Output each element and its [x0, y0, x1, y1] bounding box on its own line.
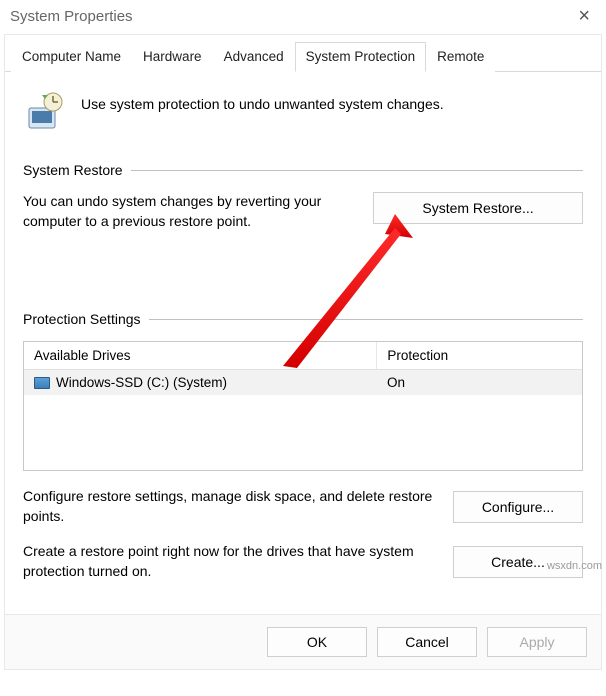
- tab-content: Use system protection to undo unwanted s…: [5, 72, 601, 614]
- dialog-body: Computer Name Hardware Advanced System P…: [4, 34, 602, 670]
- system-protection-icon: [23, 90, 67, 134]
- close-icon[interactable]: ×: [572, 6, 596, 26]
- system-restore-group: System Restore You can undo system chang…: [23, 162, 583, 231]
- intro-text: Use system protection to undo unwanted s…: [81, 90, 444, 112]
- ok-button[interactable]: OK: [267, 627, 367, 657]
- tab-hardware[interactable]: Hardware: [132, 42, 213, 72]
- protection-settings-title: Protection Settings: [23, 311, 141, 327]
- system-restore-description: You can undo system changes by reverting…: [23, 192, 355, 231]
- create-row: Create a restore point right now for the…: [23, 542, 583, 581]
- drive-protection-status: On: [377, 370, 582, 395]
- protection-settings-group: Protection Settings Available Drives Pro…: [23, 311, 583, 581]
- drives-header: Available Drives Protection: [24, 342, 582, 370]
- divider: [131, 170, 583, 171]
- table-row[interactable]: Windows-SSD (C:) (System) On: [24, 370, 582, 395]
- divider: [149, 319, 583, 320]
- tab-advanced[interactable]: Advanced: [213, 42, 295, 72]
- create-text: Create a restore point right now for the…: [23, 542, 435, 581]
- drives-table: Available Drives Protection Windows-SSD …: [23, 341, 583, 471]
- tab-computer-name[interactable]: Computer Name: [11, 42, 132, 72]
- intro-row: Use system protection to undo unwanted s…: [23, 90, 583, 134]
- tab-system-protection[interactable]: System Protection: [295, 42, 427, 72]
- titlebar: System Properties ×: [0, 0, 606, 34]
- drive-name: Windows-SSD (C:) (System): [56, 375, 227, 390]
- tabs: Computer Name Hardware Advanced System P…: [5, 35, 601, 72]
- window-title: System Properties: [10, 8, 133, 25]
- apply-button[interactable]: Apply: [487, 627, 587, 657]
- configure-row: Configure restore settings, manage disk …: [23, 487, 583, 526]
- configure-button[interactable]: Configure...: [453, 491, 583, 523]
- configure-text: Configure restore settings, manage disk …: [23, 487, 435, 526]
- watermark: wsxdn.com: [547, 560, 602, 572]
- dialog-footer: OK Cancel Apply: [5, 614, 601, 669]
- disk-icon: [34, 377, 50, 389]
- cancel-button[interactable]: Cancel: [377, 627, 477, 657]
- system-restore-button[interactable]: System Restore...: [373, 192, 583, 224]
- col-protection[interactable]: Protection: [377, 342, 582, 369]
- tab-remote[interactable]: Remote: [426, 42, 495, 72]
- system-restore-title: System Restore: [23, 162, 123, 178]
- col-available-drives[interactable]: Available Drives: [24, 342, 377, 369]
